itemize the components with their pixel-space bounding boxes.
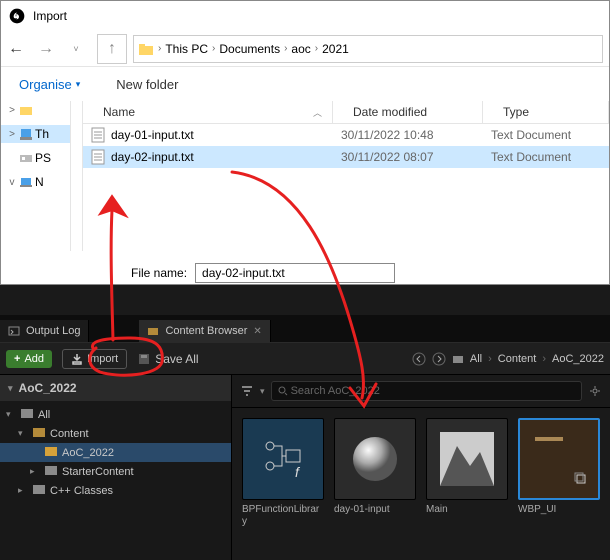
tab-content-browser[interactable]: Content Browser ✕ <box>139 320 270 342</box>
filter-bar: ▾ Search AoC_2022 <box>232 375 610 408</box>
asset-item[interactable]: day-01-input <box>334 418 416 528</box>
search-icon <box>278 386 288 396</box>
asset-item[interactable]: f BPFunctionLibrary <box>242 418 324 528</box>
col-date[interactable]: Date modified <box>333 101 483 123</box>
import-dialog: Import ← → ˅ ↑ › This PC› Documents› aoc… <box>0 0 610 285</box>
unreal-logo-icon <box>9 8 25 24</box>
sources-header[interactable]: ▾ AoC_2022 <box>0 375 231 401</box>
textfile-icon <box>91 127 105 143</box>
crumb-item[interactable]: Documents <box>219 42 280 56</box>
textfile-icon <box>91 149 105 165</box>
crumb-item[interactable]: 2021 <box>322 42 349 56</box>
sphere-icon <box>347 431 403 487</box>
save-all-button[interactable]: Save All <box>137 352 198 366</box>
tree-item[interactable]: AoC_2022 <box>0 443 231 462</box>
asset-thumb <box>518 418 600 500</box>
folder-icon <box>147 325 159 337</box>
content-toolbar: +Add Import Save All All› Content› AoC_2… <box>0 343 610 375</box>
col-type[interactable]: Type <box>483 101 609 123</box>
file-header: Name︿ Date modified Type <box>83 101 609 124</box>
log-icon <box>8 325 20 337</box>
breadcrumb[interactable]: › This PC› Documents› aoc› 2021 <box>133 35 603 63</box>
nav-row: ← → ˅ ↑ › This PC› Documents› aoc› 2021 <box>1 31 609 67</box>
filter-icon[interactable] <box>240 384 254 398</box>
nav-back-icon[interactable] <box>412 352 426 366</box>
tree-scrollbar[interactable] <box>71 101 83 251</box>
folder-icon <box>138 41 154 57</box>
sources-tree: ▾ All ▾ Content AoC_2022 ▸ Sta <box>0 401 231 504</box>
asset-thumb <box>334 418 416 500</box>
nav-up-button[interactable]: ↑ <box>97 34 127 64</box>
file-row[interactable]: day-02-input.txt 30/11/2022 08:07 Text D… <box>83 146 609 168</box>
settings-icon[interactable] <box>588 384 602 398</box>
unreal-editor: Output Log Content Browser ✕ +Add Import… <box>0 315 610 560</box>
blueprint-icon: f <box>258 434 308 484</box>
dialog-title: Import <box>33 9 67 23</box>
sources-panel: ▾ AoC_2022 ▾ All ▾ Content AoC_2022 <box>0 375 232 560</box>
tab-output-log[interactable]: Output Log <box>0 320 89 342</box>
file-row[interactable]: day-01-input.txt 30/11/2022 10:48 Text D… <box>83 124 609 146</box>
asset-item[interactable]: WBP_UI <box>518 418 600 528</box>
add-button[interactable]: +Add <box>6 350 52 368</box>
filename-label: File name: <box>131 266 187 280</box>
crumb-item[interactable]: This PC <box>165 42 208 56</box>
file-list: Name︿ Date modified Type day-01-input.tx… <box>83 101 609 251</box>
tree-item[interactable]: ▾ Content <box>0 424 231 443</box>
path-item[interactable]: AoC_2022 <box>552 353 604 365</box>
nav-back-button[interactable]: ← <box>1 34 31 64</box>
toolbar: Organise▾ New folder <box>1 67 609 101</box>
path-item[interactable]: Content <box>498 353 537 365</box>
tree-item[interactable]: PS <box>1 149 70 167</box>
close-icon[interactable]: ✕ <box>253 326 261 337</box>
col-name[interactable]: Name︿ <box>83 101 333 123</box>
organise-button[interactable]: Organise▾ <box>19 77 80 92</box>
asset-view: ▾ Search AoC_2022 f BPFunctionLibrary <box>232 375 610 560</box>
path-item[interactable]: All <box>470 353 482 365</box>
svg-text:f: f <box>295 464 301 480</box>
tree-item[interactable]: ▸ C++ Classes <box>0 481 231 500</box>
import-icon <box>71 353 83 365</box>
nav-fwd-icon[interactable] <box>432 352 446 366</box>
search-input[interactable]: Search AoC_2022 <box>271 381 582 401</box>
asset-item[interactable]: Main <box>426 418 508 528</box>
filename-row: File name: <box>1 251 609 283</box>
nav-forward-button[interactable]: → <box>31 34 61 64</box>
tree-item[interactable]: v N <box>1 173 70 191</box>
nav-recent-button[interactable]: ˅ <box>61 34 91 64</box>
path-bar: All› Content› AoC_2022 <box>412 352 604 366</box>
tree-item[interactable]: ▸ StarterContent <box>0 462 231 481</box>
import-button[interactable]: Import <box>62 349 127 369</box>
title-bar: Import <box>1 1 609 31</box>
asset-thumb: f <box>242 418 324 500</box>
asset-grid: f BPFunctionLibrary day-01-input <box>232 408 610 538</box>
filter-chevron-icon[interactable]: ▾ <box>260 386 265 397</box>
save-icon <box>137 352 151 366</box>
tree-item[interactable]: > <box>1 101 70 119</box>
widget-icon <box>529 429 589 489</box>
panel-tabs: Output Log Content Browser ✕ <box>0 315 610 343</box>
tree-item[interactable]: > Th <box>1 125 70 143</box>
new-folder-button[interactable]: New folder <box>116 77 178 92</box>
filename-input[interactable] <box>195 263 395 283</box>
crumb-item[interactable]: aoc <box>291 42 310 56</box>
level-icon <box>432 424 502 494</box>
folder-tree[interactable]: > > Th PS v N <box>1 101 71 251</box>
tree-item[interactable]: ▾ All <box>0 405 231 424</box>
folder-icon <box>452 353 464 365</box>
asset-thumb <box>426 418 508 500</box>
